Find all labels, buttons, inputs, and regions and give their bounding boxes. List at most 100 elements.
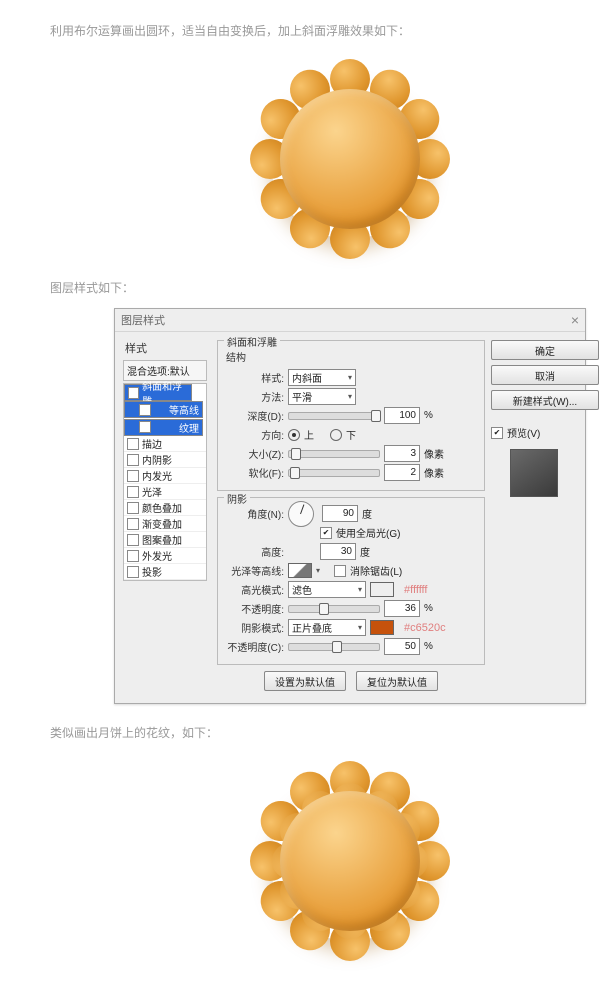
antialias-checkbox[interactable] xyxy=(334,565,346,577)
shadow-opacity-label: 不透明度(C): xyxy=(226,639,284,654)
layer-style-dialog: 图层样式 × 样式 混合选项:默认 斜面和浮雕等高线纹理描边内阴影内发光光泽颜色… xyxy=(114,308,586,704)
sidebar-item-1[interactable]: 等高线 xyxy=(124,401,203,418)
sidebar-item-label: 光泽 xyxy=(142,484,162,499)
direction-up-radio[interactable] xyxy=(288,429,300,441)
sidebar-item-checkbox[interactable] xyxy=(128,387,139,399)
global-light-checkbox[interactable] xyxy=(320,527,332,539)
sidebar-item-label: 描边 xyxy=(142,436,162,451)
highlight-opacity-input[interactable]: 36 xyxy=(384,600,420,617)
deg-unit: 度 xyxy=(362,506,372,521)
preview-checkbox[interactable] xyxy=(491,427,503,439)
direction-down-radio[interactable] xyxy=(330,429,342,441)
antialias-label: 消除锯齿(L) xyxy=(350,563,402,578)
highlight-mode-select[interactable]: 滤色▾ xyxy=(288,581,366,598)
sidebar-item-11[interactable]: 投影 xyxy=(124,564,206,580)
angle-label: 角度(N): xyxy=(226,506,284,521)
deg-unit2: 度 xyxy=(360,544,370,559)
depth-input[interactable]: 100 xyxy=(384,407,420,424)
highlight-opacity-slider[interactable] xyxy=(288,605,380,613)
sidebar-item-7[interactable]: 颜色叠加 xyxy=(124,500,206,516)
annotation-orange: #c6520c xyxy=(404,622,446,634)
altitude-input[interactable]: 30 xyxy=(320,543,356,560)
technique-label: 方法: xyxy=(226,389,284,404)
angle-dial[interactable] xyxy=(288,501,314,527)
size-input[interactable]: 3 xyxy=(384,445,420,462)
sidebar-item-checkbox[interactable] xyxy=(127,550,139,562)
group-bevel-legend: 斜面和浮雕 xyxy=(224,334,280,349)
sidebar-item-10[interactable]: 外发光 xyxy=(124,548,206,564)
gloss-contour-label: 光泽等高线: xyxy=(226,563,284,578)
sidebar-item-3[interactable]: 描边 xyxy=(124,436,206,452)
soften-label: 软化(F): xyxy=(226,465,284,480)
depth-label: 深度(D): xyxy=(226,408,284,423)
highlight-opacity-label: 不透明度: xyxy=(226,601,284,616)
new-style-button[interactable]: 新建样式(W)... xyxy=(491,390,599,410)
dialog-titlebar[interactable]: 图层样式 × xyxy=(115,309,585,332)
sidebar-item-label: 内阴影 xyxy=(142,452,172,467)
sidebar-item-checkbox[interactable] xyxy=(139,404,151,416)
gloss-contour-picker[interactable] xyxy=(288,563,312,578)
soften-input[interactable]: 2 xyxy=(384,464,420,481)
global-light-label: 使用全局光(G) xyxy=(336,525,400,540)
reset-default-button[interactable]: 复位为默认值 xyxy=(356,671,438,691)
size-slider[interactable] xyxy=(288,450,380,458)
shadow-opacity-slider[interactable] xyxy=(288,643,380,651)
shadow-mode-select[interactable]: 正片叠底▾ xyxy=(288,619,366,636)
structure-sublegend: 结构 xyxy=(226,349,476,364)
close-icon[interactable]: × xyxy=(571,312,579,328)
sidebar-item-label: 渐变叠加 xyxy=(142,516,182,531)
style-select[interactable]: 内斜面▾ xyxy=(288,369,356,386)
sidebar-item-label: 纹理 xyxy=(179,420,199,435)
depth-slider[interactable] xyxy=(288,412,380,420)
shadow-opacity-input[interactable]: 50 xyxy=(384,638,420,655)
sidebar-item-label: 外发光 xyxy=(142,548,172,563)
sidebar-item-checkbox[interactable] xyxy=(127,470,139,482)
sidebar-item-checkbox[interactable] xyxy=(127,438,139,450)
sidebar-item-label: 图案叠加 xyxy=(142,532,182,547)
mooncake-illustration-2 xyxy=(50,761,600,961)
style-label: 样式: xyxy=(226,370,284,385)
sidebar-item-0[interactable]: 斜面和浮雕 xyxy=(124,384,192,401)
sidebar-item-label: 等高线 xyxy=(169,402,199,417)
chevron-down-icon[interactable]: ▾ xyxy=(316,566,320,575)
caption-mid: 图层样式如下： xyxy=(50,279,600,296)
sidebar-item-label: 颜色叠加 xyxy=(142,500,182,515)
sidebar-item-9[interactable]: 图案叠加 xyxy=(124,532,206,548)
highlight-mode-label: 高光模式: xyxy=(226,582,284,597)
sidebar-item-2[interactable]: 纹理 xyxy=(124,419,203,436)
ok-button[interactable]: 确定 xyxy=(491,340,599,360)
sidebar-item-checkbox[interactable] xyxy=(127,454,139,466)
soften-slider[interactable] xyxy=(288,469,380,477)
make-default-button[interactable]: 设置为默认值 xyxy=(264,671,346,691)
angle-input[interactable]: 90 xyxy=(322,505,358,522)
sidebar-item-8[interactable]: 渐变叠加 xyxy=(124,516,206,532)
size-label: 大小(Z): xyxy=(226,446,284,461)
sidebar-item-checkbox[interactable] xyxy=(127,502,139,514)
sidebar-item-6[interactable]: 光泽 xyxy=(124,484,206,500)
caption-top: 利用布尔运算画出圆环，适当自由变换后，加上斜面浮雕效果如下： xyxy=(50,22,600,39)
annotation-white: #ffffff xyxy=(404,584,427,596)
sidebar-item-checkbox[interactable] xyxy=(127,566,139,578)
sidebar-item-label: 内发光 xyxy=(142,468,172,483)
shadow-legend: 阴影 xyxy=(224,491,250,506)
preview-thumbnail xyxy=(510,449,558,497)
sidebar-item-checkbox[interactable] xyxy=(127,518,139,530)
technique-select[interactable]: 平滑▾ xyxy=(288,388,356,405)
caption-bottom: 类似画出月饼上的花纹，如下： xyxy=(50,724,600,741)
sidebar-item-label: 投影 xyxy=(142,564,162,579)
direction-label: 方向: xyxy=(226,427,284,442)
sidebar-item-checkbox[interactable] xyxy=(139,421,151,433)
shadow-color-swatch[interactable] xyxy=(370,620,394,635)
shadow-mode-label: 阴影模式: xyxy=(226,620,284,635)
sidebar-item-5[interactable]: 内发光 xyxy=(124,468,206,484)
chevron-down-icon: ▾ xyxy=(348,392,352,401)
cancel-button[interactable]: 取消 xyxy=(491,365,599,385)
sidebar-item-4[interactable]: 内阴影 xyxy=(124,452,206,468)
mooncake-illustration-1 xyxy=(50,59,600,259)
px-unit: 像素 xyxy=(424,446,444,461)
highlight-color-swatch[interactable] xyxy=(370,582,394,597)
px-unit2: 像素 xyxy=(424,465,444,480)
sidebar-item-checkbox[interactable] xyxy=(127,486,139,498)
altitude-label: 高度: xyxy=(226,544,284,559)
sidebar-item-checkbox[interactable] xyxy=(127,534,139,546)
